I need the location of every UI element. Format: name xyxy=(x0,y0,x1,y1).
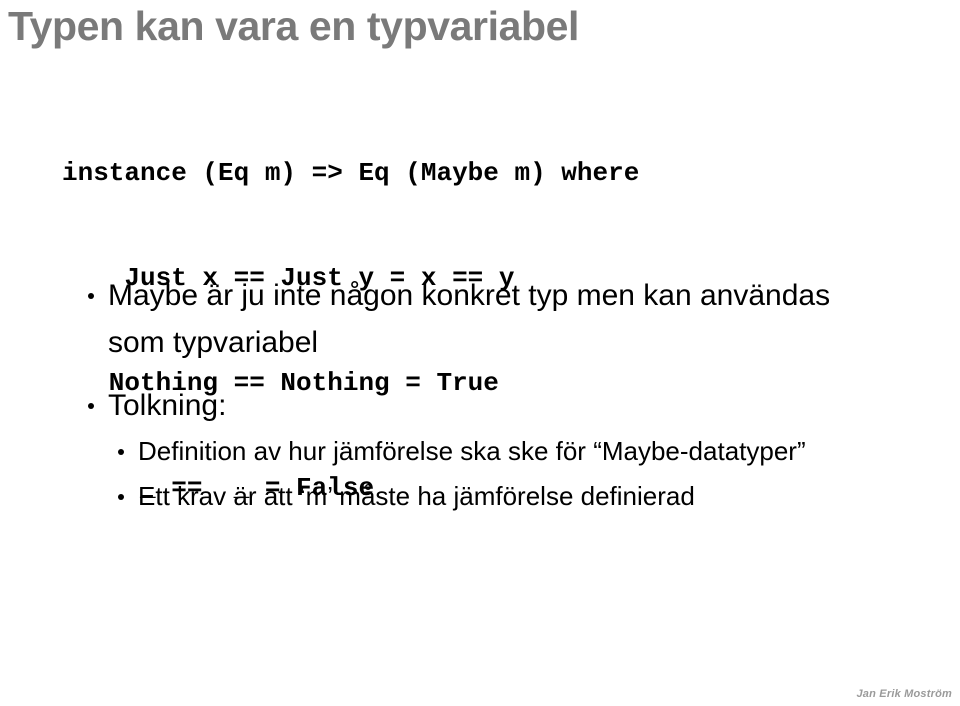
bullet-dot-icon xyxy=(88,293,94,299)
list-item-label: Ett krav är att ‘m’ måste ha jämförelse … xyxy=(138,481,695,511)
list-item-label: Tolkning: xyxy=(108,389,227,422)
bullet-dot-icon xyxy=(118,449,124,455)
author-signature: Jan Erik Moström xyxy=(856,688,952,700)
bullet-list: Maybe är ju inte någon konkret typ men k… xyxy=(0,272,960,519)
list-item: Maybe är ju inte någon konkret typ men k… xyxy=(0,272,960,366)
bullet-dot-icon xyxy=(118,494,124,500)
page-title: Typen kan vara en typvariabel xyxy=(8,3,580,49)
list-item-label: Maybe är ju inte någon konkret typ men k… xyxy=(108,279,839,359)
slide-canvas: Typen kan vara en typvariabel instance (… xyxy=(0,0,960,706)
list-item: Definition av hur jämförelse ska ske för… xyxy=(0,429,960,474)
list-item-label: Definition av hur jämförelse ska ske för… xyxy=(138,436,806,466)
list-item: Tolkning: xyxy=(0,382,960,429)
code-line: instance (Eq m) => Eq (Maybe m) where xyxy=(62,158,640,188)
list-item: Ett krav är att ‘m’ måste ha jämförelse … xyxy=(0,474,960,519)
bullet-dot-icon xyxy=(88,403,94,409)
